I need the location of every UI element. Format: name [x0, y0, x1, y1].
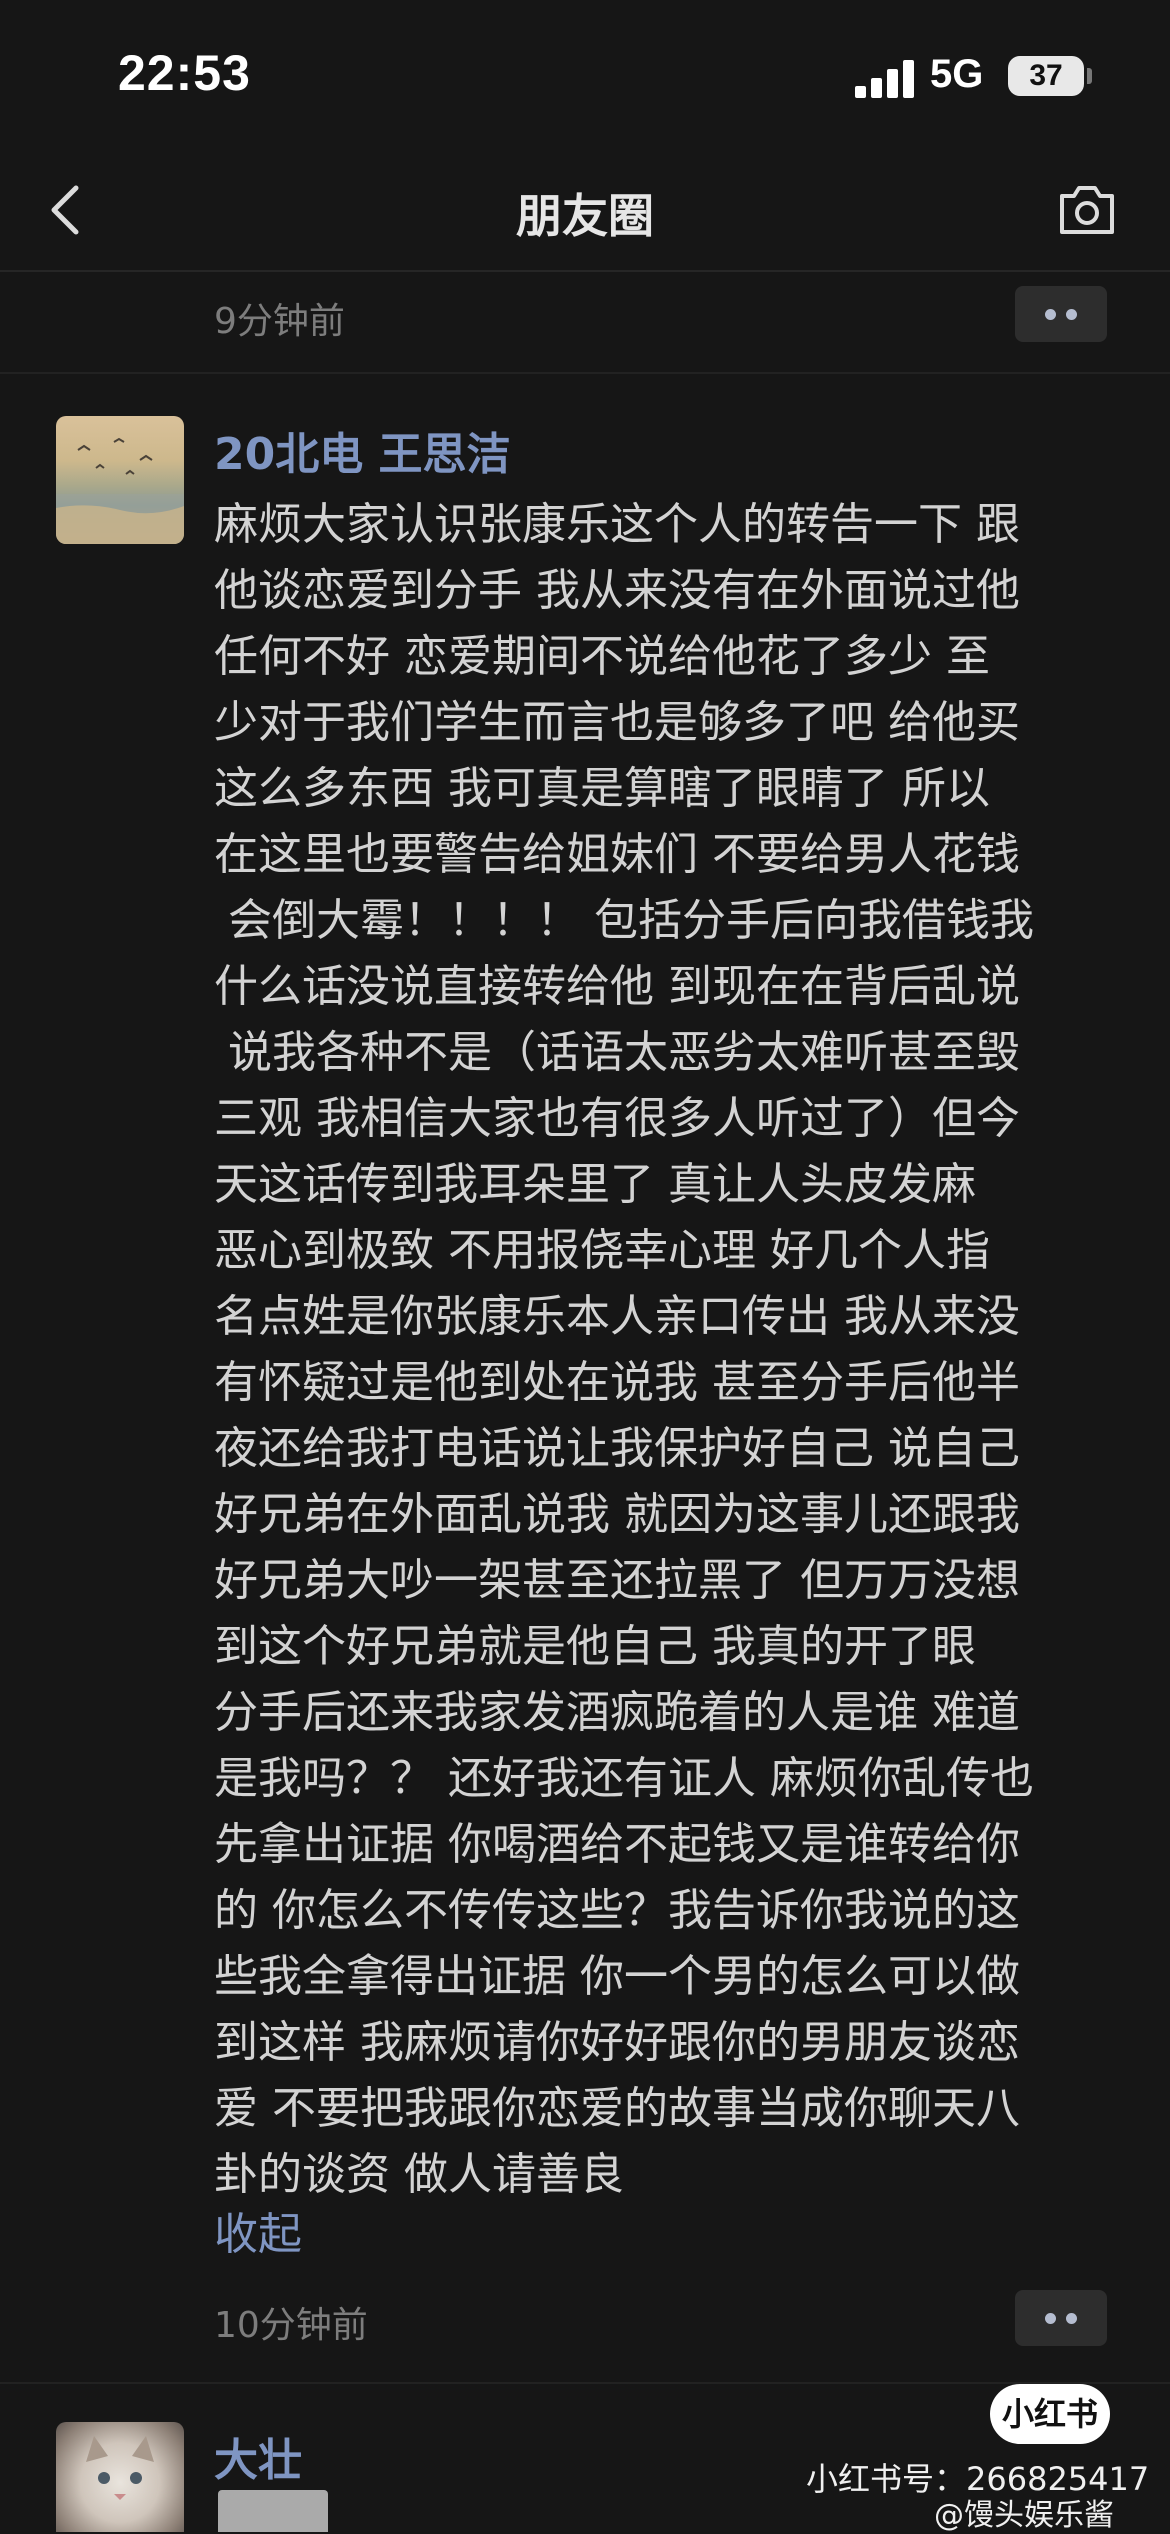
post-more-button[interactable] — [1015, 2290, 1107, 2346]
battery-icon: 37 — [1008, 56, 1084, 96]
author-avatar[interactable] — [56, 416, 184, 544]
battery-level: 37 — [1029, 59, 1063, 92]
camera-icon[interactable] — [1056, 180, 1118, 238]
previous-post-more-button[interactable] — [1015, 286, 1107, 342]
cellular-signal-icon — [855, 58, 917, 98]
nav-bar: 朋友圈 — [0, 150, 1170, 270]
page-title: 朋友圈 — [516, 189, 654, 243]
collapse-link[interactable]: 收起 — [214, 2198, 302, 2262]
post-divider — [0, 372, 1170, 374]
next-post-avatar[interactable] — [56, 2422, 184, 2532]
next-post-preview-icon — [218, 2490, 328, 2532]
next-post-author-name[interactable]: 大壮 — [214, 2424, 302, 2488]
post-divider — [0, 2382, 1170, 2384]
status-bar: 22:53 5G 37 — [0, 0, 1170, 150]
xiaohongshu-badge: 小红书 — [990, 2384, 1110, 2444]
post-text: 麻烦大家认识张康乐这个人的转告一下 跟 他谈恋爱到分手 我从来没有在外面说过他 … — [214, 499, 1034, 2200]
network-type: 5G — [930, 52, 984, 96]
post-timestamp: 10分钟前 — [214, 2305, 368, 2346]
post-author-name[interactable]: 20北电 王思洁 — [214, 418, 511, 482]
nav-divider — [0, 270, 1170, 272]
battery-tip — [1087, 68, 1092, 84]
status-time: 22:53 — [118, 45, 251, 101]
watermark-brand: @馒头娱乐酱 — [934, 2498, 1114, 2533]
previous-post-timestamp: 9分钟前 — [214, 301, 345, 342]
